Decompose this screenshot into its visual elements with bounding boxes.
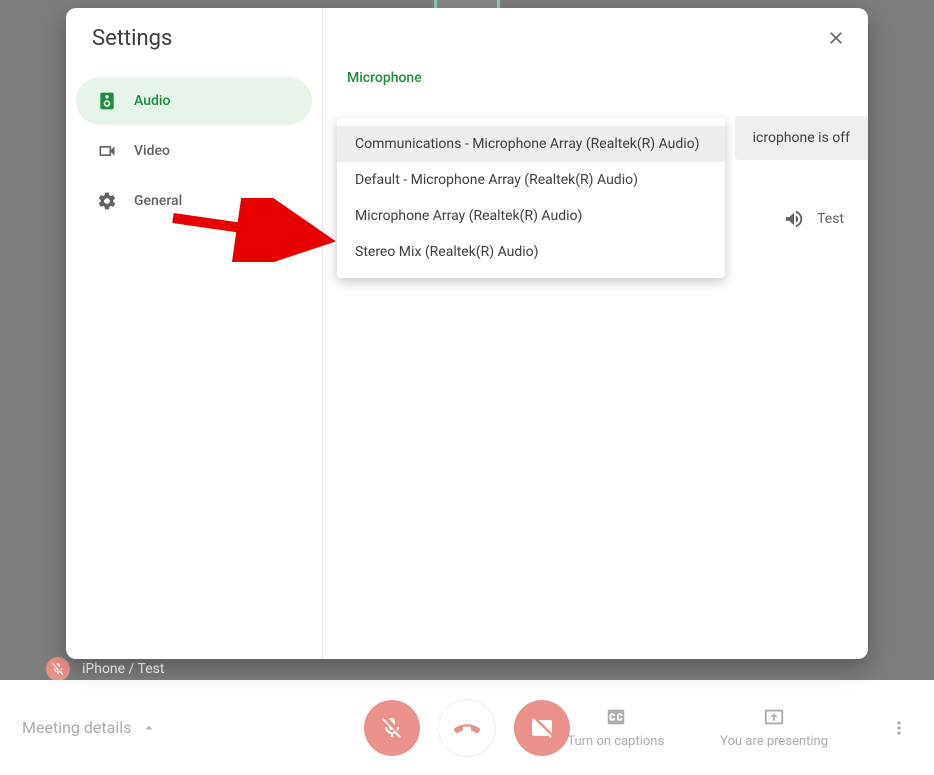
mic-muted-badge (46, 657, 70, 681)
speaker-test-button[interactable]: Test (783, 208, 844, 230)
settings-sidebar: Settings Audio Video (66, 8, 323, 659)
settings-content: Microphone icrophone is off Test Communi… (323, 8, 868, 659)
bottom-bar: Meeting details Turn on captions You are… (0, 680, 934, 775)
present-label: You are presenting (720, 734, 828, 749)
presenting-device-label: iPhone / Test (82, 661, 164, 677)
captions-button[interactable]: Turn on captions (567, 706, 664, 749)
sidebar-item-label: Video (134, 143, 170, 159)
bottom-right-controls: Turn on captions You are presenting (567, 706, 934, 749)
hangup-button[interactable] (438, 699, 496, 757)
test-label: Test (817, 211, 844, 227)
meeting-details-button[interactable]: Meeting details (0, 718, 157, 737)
chevron-up-icon (141, 720, 157, 736)
hangup-icon (452, 713, 482, 743)
volume-icon (783, 208, 805, 230)
stop-presenting-button[interactable] (514, 700, 570, 756)
close-button[interactable] (822, 24, 850, 52)
mic-off-icon (380, 716, 404, 740)
mute-button[interactable] (364, 700, 420, 756)
presenting-strip: iPhone / Test (0, 658, 934, 680)
sidebar-item-video[interactable]: Video (76, 127, 312, 175)
microphone-dropdown[interactable]: Communications - Microphone Array (Realt… (337, 118, 725, 278)
sidebar-item-label: General (134, 193, 182, 209)
more-vert-icon (889, 718, 909, 738)
sidebar-item-label: Audio (134, 93, 170, 109)
speaker-icon (96, 90, 118, 112)
present-button[interactable]: You are presenting (720, 706, 828, 749)
close-icon (826, 28, 846, 48)
meeting-details-label: Meeting details (22, 718, 131, 737)
more-options-button[interactable] (884, 713, 914, 743)
mic-off-icon (51, 662, 65, 676)
sidebar-item-audio[interactable]: Audio (76, 77, 312, 125)
videocam-icon (96, 140, 118, 162)
mic-option[interactable]: Stereo Mix (Realtek(R) Audio) (337, 234, 725, 270)
settings-dialog: Settings Audio Video (66, 8, 868, 659)
mic-option[interactable]: Microphone Array (Realtek(R) Audio) (337, 198, 725, 234)
settings-title: Settings (92, 26, 322, 51)
microphone-label: Microphone (347, 70, 844, 86)
captions-icon (605, 706, 627, 728)
mic-off-notice: icrophone is off (735, 116, 868, 160)
sidebar-item-general[interactable]: General (76, 177, 312, 225)
captions-label: Turn on captions (567, 734, 664, 749)
mic-option[interactable]: Default - Microphone Array (Realtek(R) A… (337, 162, 725, 198)
present-icon (763, 706, 785, 728)
call-controls (364, 699, 570, 757)
present-off-icon (530, 716, 554, 740)
gear-icon (96, 190, 118, 212)
mic-option[interactable]: Communications - Microphone Array (Realt… (337, 126, 725, 162)
